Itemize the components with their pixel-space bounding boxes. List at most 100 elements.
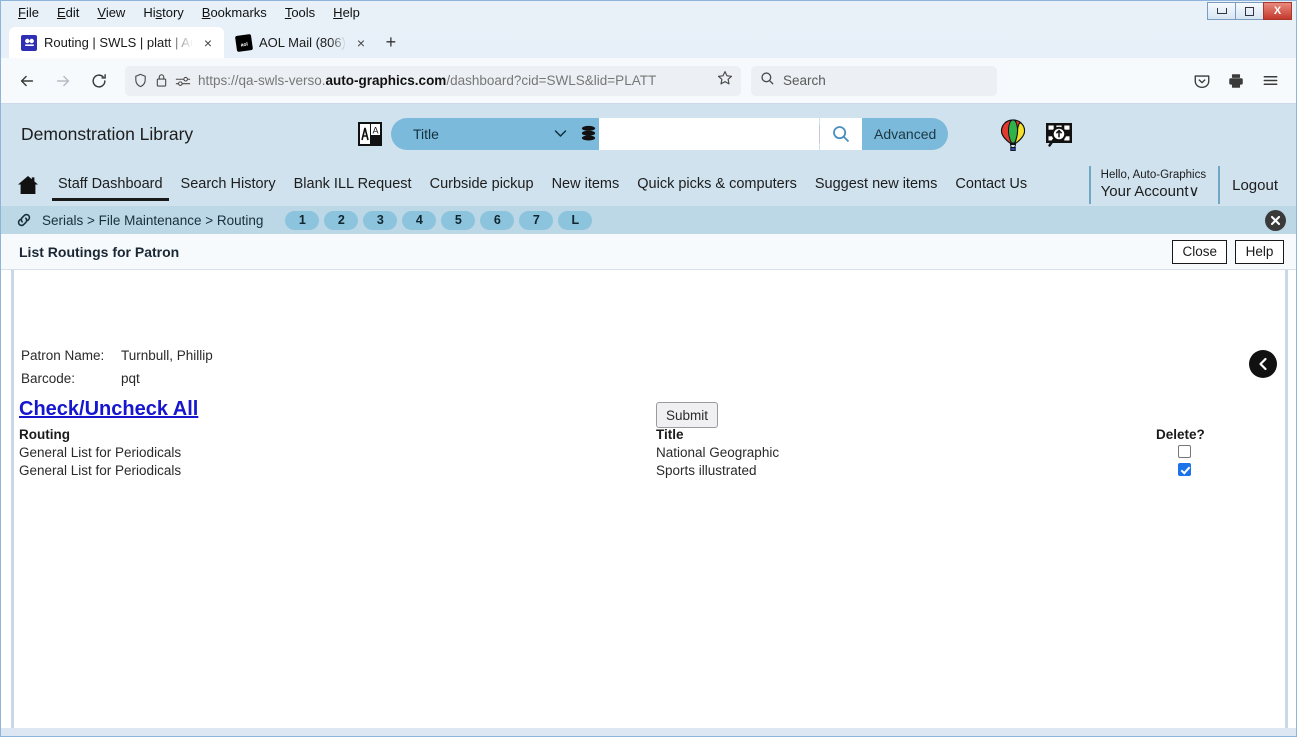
pocket-icon[interactable] [1186,66,1218,96]
catalog-search-input[interactable] [599,118,819,150]
checkbox-unchecked-icon[interactable] [1178,445,1191,458]
nav-curbside-pickup[interactable]: Curbside pickup [421,170,543,201]
title-bar-buttons: Close Help [1172,239,1284,264]
catalog-search-bar: A Title Advanced [357,118,949,150]
page-title: List Routings for Patron [19,243,180,260]
submit-button[interactable]: Submit [656,402,719,428]
window-maximize-button[interactable] [1235,2,1264,20]
delete-checkbox-row-2[interactable] [1178,463,1191,481]
step-pill-7[interactable]: 7 [519,210,554,230]
header-utility-icons [996,118,1076,152]
right-rail-divider [1285,270,1288,728]
patron-info-block: Patron Name: Turnbull, Phillip Barcode: … [21,348,213,394]
advanced-search-button[interactable]: Advanced [862,118,949,150]
back-arrow-button[interactable] [1249,350,1277,378]
shield-icon [133,73,148,88]
step-pill-l[interactable]: L [558,210,593,230]
database-icon[interactable] [577,118,599,150]
tab-close-icon[interactable]: × [200,36,216,50]
step-pill-1[interactable]: 1 [285,210,320,230]
account-info[interactable]: Hello, Auto-Graphics Your Account∨ [1088,166,1218,204]
close-button[interactable]: Close [1172,239,1227,264]
reload-button[interactable] [83,66,115,96]
minimize-icon [1216,8,1227,14]
step-pill-5[interactable]: 5 [441,210,476,230]
chain-link-icon [15,211,33,229]
browser-tab-title: Routing | SWLS | platt | Auto-Graphics [44,35,193,50]
nav-blank-ill-request[interactable]: Blank ILL Request [285,170,421,201]
column-header-routing: Routing [19,427,70,442]
step-pill-6[interactable]: 6 [480,210,515,230]
film-search-icon[interactable] [1042,118,1076,152]
window-controls: X [1207,2,1292,20]
window-minimize-button[interactable] [1207,2,1236,20]
hot-air-balloon-icon[interactable] [996,118,1030,152]
patron-name-row: Patron Name: Turnbull, Phillip [21,348,213,363]
close-icon: X [1273,5,1282,17]
svg-text:A: A [372,126,378,136]
browser-tab-routing[interactable]: Routing | SWLS | platt | Auto-Graphics × [9,27,224,58]
app-header: Demonstration Library A Title Advanced [1,104,1296,164]
menu-history[interactable]: History [134,4,192,21]
main-nav-menu: Staff Dashboard Search History Blank ILL… [1,164,1296,206]
nav-contact-us[interactable]: Contact Us [946,170,1036,201]
page-viewport: Demonstration Library A Title Advanced S… [1,104,1296,728]
chevron-down-icon: ∨ [1188,183,1200,201]
nav-quick-picks-computers[interactable]: Quick picks & computers [628,170,806,201]
hello-greeting: Hello, Auto-Graphics [1100,169,1207,182]
menu-help[interactable]: Help [324,4,369,21]
print-icon[interactable] [1220,66,1252,96]
browser-tab-aol-mail[interactable]: aol AOL Mail (806) × [224,27,377,58]
tab-close-icon[interactable]: × [353,36,369,50]
table-row-title: National Geographic [656,445,780,460]
lock-icon [155,73,168,88]
step-pill-3[interactable]: 3 [363,210,398,230]
left-rail-divider [11,270,14,728]
your-account-link[interactable]: Your Account∨ [1101,183,1206,202]
breadcrumb-path: Serials > File Maintenance > Routing [42,212,264,228]
window-close-button[interactable]: X [1263,2,1292,20]
search-scope-select[interactable]: Title [391,118,577,150]
back-button[interactable] [11,66,43,96]
menu-tools[interactable]: Tools [276,4,324,21]
catalog-search-submit-icon[interactable] [820,118,862,150]
new-tab-button[interactable]: + [377,28,405,56]
nav-search-history[interactable]: Search History [172,170,285,201]
nav-new-items[interactable]: New items [543,170,629,201]
delete-checkbox-row-1[interactable] [1178,445,1191,463]
browser-search-box[interactable]: Search [751,65,997,96]
menu-bookmarks[interactable]: Bookmarks [193,4,276,21]
maximize-icon [1245,6,1254,16]
url-bar[interactable]: https://qa-swls-verso.auto-graphics.com/… [125,65,741,96]
hamburger-menu-icon[interactable] [1254,66,1286,96]
table-row-routing: General List for Periodicals [19,463,182,478]
menu-edit[interactable]: Edit [48,4,88,21]
menu-file[interactable]: File [9,4,48,21]
browser-tab-strip: Routing | SWLS | platt | Auto-Graphics ×… [1,23,1296,58]
logout-link[interactable]: Logout [1232,177,1278,194]
verso-favicon-icon [21,34,37,51]
forward-button[interactable] [47,66,79,96]
search-scope-label: Title [413,126,439,142]
nav-staff-dashboard[interactable]: Staff Dashboard [49,170,172,201]
step-pill-row: 1 2 3 4 5 6 7 L [285,210,593,230]
checkbox-checked-icon[interactable] [1178,463,1191,476]
content-title-bar: List Routings for Patron Close Help [1,234,1296,270]
chevron-down-icon [554,127,567,141]
check-uncheck-all-link[interactable]: Check/Uncheck All [19,398,198,421]
help-button[interactable]: Help [1235,239,1284,264]
patron-barcode-value: pqt [121,371,140,386]
window-bottom-border [1,728,1296,736]
browser-window: File Edit View History Bookmarks Tools H… [0,0,1297,737]
logout-wrapper: Logout [1218,166,1284,204]
nav-suggest-new-items[interactable]: Suggest new items [806,170,947,201]
patron-name-value: Turnbull, Phillip [121,348,213,363]
step-pill-4[interactable]: 4 [402,210,437,230]
breadcrumb-close-icon[interactable] [1265,210,1286,231]
menu-view[interactable]: View [88,4,134,21]
bookmark-star-icon[interactable] [717,70,733,91]
home-icon[interactable] [15,175,41,195]
language-translate-icon[interactable]: A [357,120,383,148]
step-pill-2[interactable]: 2 [324,210,359,230]
browser-tab-title: AOL Mail (806) [259,35,346,50]
